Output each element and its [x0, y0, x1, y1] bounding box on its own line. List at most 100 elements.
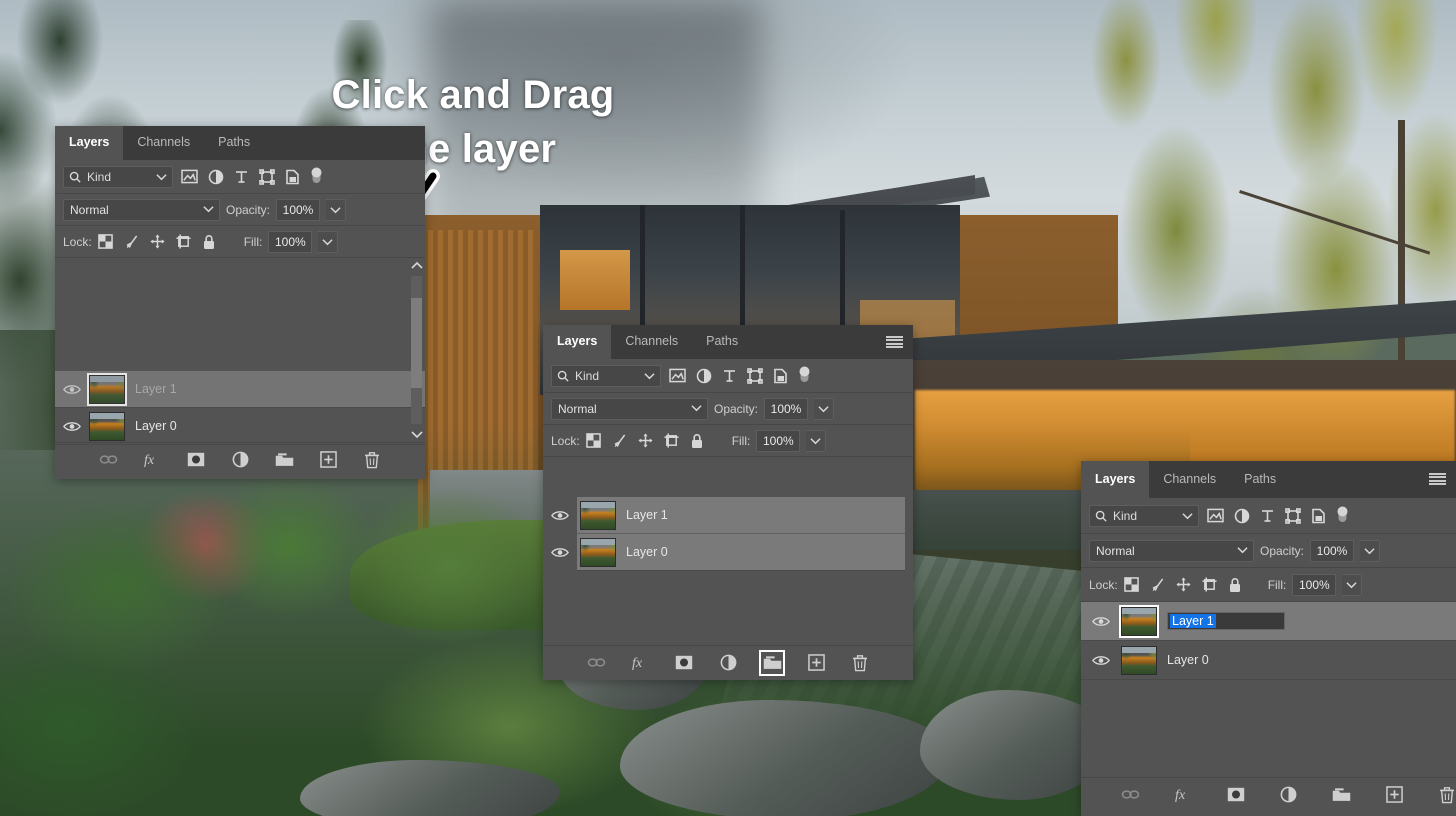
new-adjustment-layer-icon[interactable]	[717, 652, 739, 674]
layer-visibility-toggle[interactable]	[543, 534, 577, 571]
fill-stepper[interactable]	[1342, 573, 1363, 596]
chevron-up-icon[interactable]	[411, 261, 423, 270]
filter-toggle-switch-icon[interactable]	[798, 366, 811, 386]
lock-image-pixels-icon[interactable]	[612, 433, 627, 449]
layers-list[interactable]: Layer 1 Layer 0	[543, 457, 913, 645]
tab-channels[interactable]: Channels	[123, 126, 205, 160]
tab-paths[interactable]: Paths	[204, 126, 265, 160]
blend-mode-row[interactable]: Normal Opacity: 100%	[543, 393, 913, 425]
link-layers-icon[interactable]	[585, 652, 607, 674]
lock-transparent-pixels-icon[interactable]	[585, 433, 601, 448]
new-group-icon[interactable]	[1332, 784, 1351, 806]
layer-style-fx-icon[interactable]: fx	[141, 449, 163, 471]
layer-style-fx-icon[interactable]: fx	[629, 652, 651, 674]
pixel-layer-filter-icon[interactable]	[1207, 508, 1224, 523]
lock-all-icon[interactable]	[690, 433, 704, 449]
lock-transparent-pixels-icon[interactable]	[97, 234, 113, 249]
filter-toggle-switch-icon[interactable]	[1336, 506, 1349, 526]
layer-name[interactable]: Layer 0	[1167, 653, 1209, 667]
new-adjustment-layer-icon[interactable]	[1280, 784, 1299, 806]
new-group-icon[interactable]	[759, 649, 785, 676]
layer-thumbnail[interactable]	[580, 500, 616, 530]
scrollbar-thumb[interactable]	[411, 298, 422, 388]
adjustment-layer-filter-icon[interactable]	[696, 368, 712, 384]
layer-visibility-toggle[interactable]	[1081, 654, 1121, 667]
new-group-icon[interactable]	[273, 449, 295, 471]
filter-toggle-switch-icon[interactable]	[310, 167, 323, 187]
filter-type-icons[interactable]	[669, 366, 811, 386]
layers-list[interactable]: Layer 1 Layer 0	[1081, 602, 1456, 777]
fill-value-input[interactable]: 100%	[756, 429, 801, 452]
table-row[interactable]: Layer 0	[55, 408, 425, 445]
add-layer-mask-icon[interactable]	[673, 652, 695, 674]
lock-icons[interactable]	[585, 433, 704, 449]
filter-kind-select[interactable]: Kind	[1089, 504, 1199, 527]
layer-thumbnail[interactable]	[1121, 645, 1157, 675]
fill-stepper[interactable]	[806, 429, 827, 452]
layer-visibility-toggle[interactable]	[543, 497, 577, 534]
lock-row[interactable]: Lock: Fill: 100%	[543, 425, 913, 457]
layer-thumbnail[interactable]	[1119, 604, 1159, 638]
new-layer-icon[interactable]	[1385, 784, 1404, 806]
chevron-down-icon[interactable]	[411, 430, 423, 439]
layer-visibility-toggle[interactable]	[1081, 615, 1121, 628]
add-layer-mask-icon[interactable]	[1227, 784, 1246, 806]
layer-filter-row[interactable]: Kind	[543, 359, 913, 393]
blend-mode-select[interactable]: Normal	[551, 397, 708, 420]
panel-menu-hamburger-icon[interactable]	[886, 336, 903, 348]
opacity-stepper[interactable]	[1360, 539, 1381, 562]
layer-filter-row[interactable]: Kind	[1081, 498, 1456, 534]
link-layers-icon[interactable]	[1121, 784, 1140, 806]
layer-thumbnail[interactable]	[87, 372, 127, 406]
lock-transparent-pixels-icon[interactable]	[1123, 577, 1139, 592]
new-adjustment-layer-icon[interactable]	[229, 449, 251, 471]
table-row[interactable]: Layer 0	[577, 534, 905, 571]
blend-mode-row[interactable]: Normal Opacity: 100%	[1081, 534, 1456, 568]
delete-layer-icon[interactable]	[849, 652, 871, 674]
shape-layer-filter-icon[interactable]	[1285, 507, 1301, 524]
opacity-value-input[interactable]: 100%	[764, 397, 809, 420]
delete-layer-icon[interactable]	[1438, 784, 1456, 806]
blend-mode-row[interactable]: Normal Opacity: 100%	[55, 194, 425, 226]
layer-style-fx-icon[interactable]: fx	[1174, 784, 1193, 806]
lock-image-pixels-icon[interactable]	[124, 234, 139, 250]
lock-all-icon[interactable]	[1228, 577, 1242, 593]
lock-row[interactable]: Lock: Fill: 100%	[1081, 568, 1456, 602]
layer-name[interactable]: Layer 1	[135, 382, 177, 396]
new-layer-icon[interactable]	[317, 449, 339, 471]
opacity-stepper[interactable]	[326, 198, 347, 221]
layer-visibility-toggle[interactable]	[55, 420, 89, 433]
pixel-layer-filter-icon[interactable]	[181, 169, 198, 184]
blend-mode-select[interactable]: Normal	[1089, 539, 1254, 562]
lock-artboard-nesting-icon[interactable]	[176, 234, 191, 249]
table-row[interactable]: Layer 1	[1081, 602, 1456, 641]
layers-panel-right[interactable]: Layers Channels Paths Kind Normal Opacit…	[1081, 461, 1456, 816]
panel-tabbar[interactable]: Layers Channels Paths	[543, 325, 913, 359]
lock-icons[interactable]	[97, 234, 216, 250]
lock-position-icon[interactable]	[638, 433, 653, 448]
lock-icons[interactable]	[1123, 577, 1242, 593]
smart-object-filter-icon[interactable]	[1311, 508, 1326, 524]
blend-mode-select[interactable]: Normal	[63, 198, 220, 221]
layers-bottom-toolbar[interactable]: fx	[1081, 777, 1456, 811]
layers-list[interactable]: Layer 1 Layer 0	[55, 258, 425, 445]
fill-value-input[interactable]: 100%	[1292, 573, 1337, 596]
smart-object-filter-icon[interactable]	[773, 368, 788, 384]
panel-tabbar[interactable]: Layers Channels Paths	[1081, 461, 1456, 498]
layer-name[interactable]: Layer 0	[135, 419, 177, 433]
tab-paths[interactable]: Paths	[1230, 461, 1291, 498]
layers-panel-left[interactable]: Layers Channels Paths Kind Normal Opacit…	[55, 126, 425, 479]
panel-menu-hamburger-icon[interactable]	[1429, 473, 1446, 485]
fill-value-input[interactable]: 100%	[268, 230, 313, 253]
lock-all-icon[interactable]	[202, 234, 216, 250]
adjustment-layer-filter-icon[interactable]	[1234, 508, 1250, 524]
layer-name[interactable]: Layer 0	[626, 545, 668, 559]
pixel-layer-filter-icon[interactable]	[669, 368, 686, 383]
shape-layer-filter-icon[interactable]	[259, 168, 275, 185]
layer-visibility-toggle[interactable]	[55, 383, 89, 396]
layer-name[interactable]: Layer 1	[626, 508, 668, 522]
layers-panel-middle[interactable]: Layers Channels Paths Kind Normal Opacit…	[543, 325, 913, 680]
table-row[interactable]: Layer 0	[1081, 641, 1456, 680]
tab-channels[interactable]: Channels	[611, 325, 693, 359]
lock-artboard-nesting-icon[interactable]	[1202, 577, 1217, 592]
